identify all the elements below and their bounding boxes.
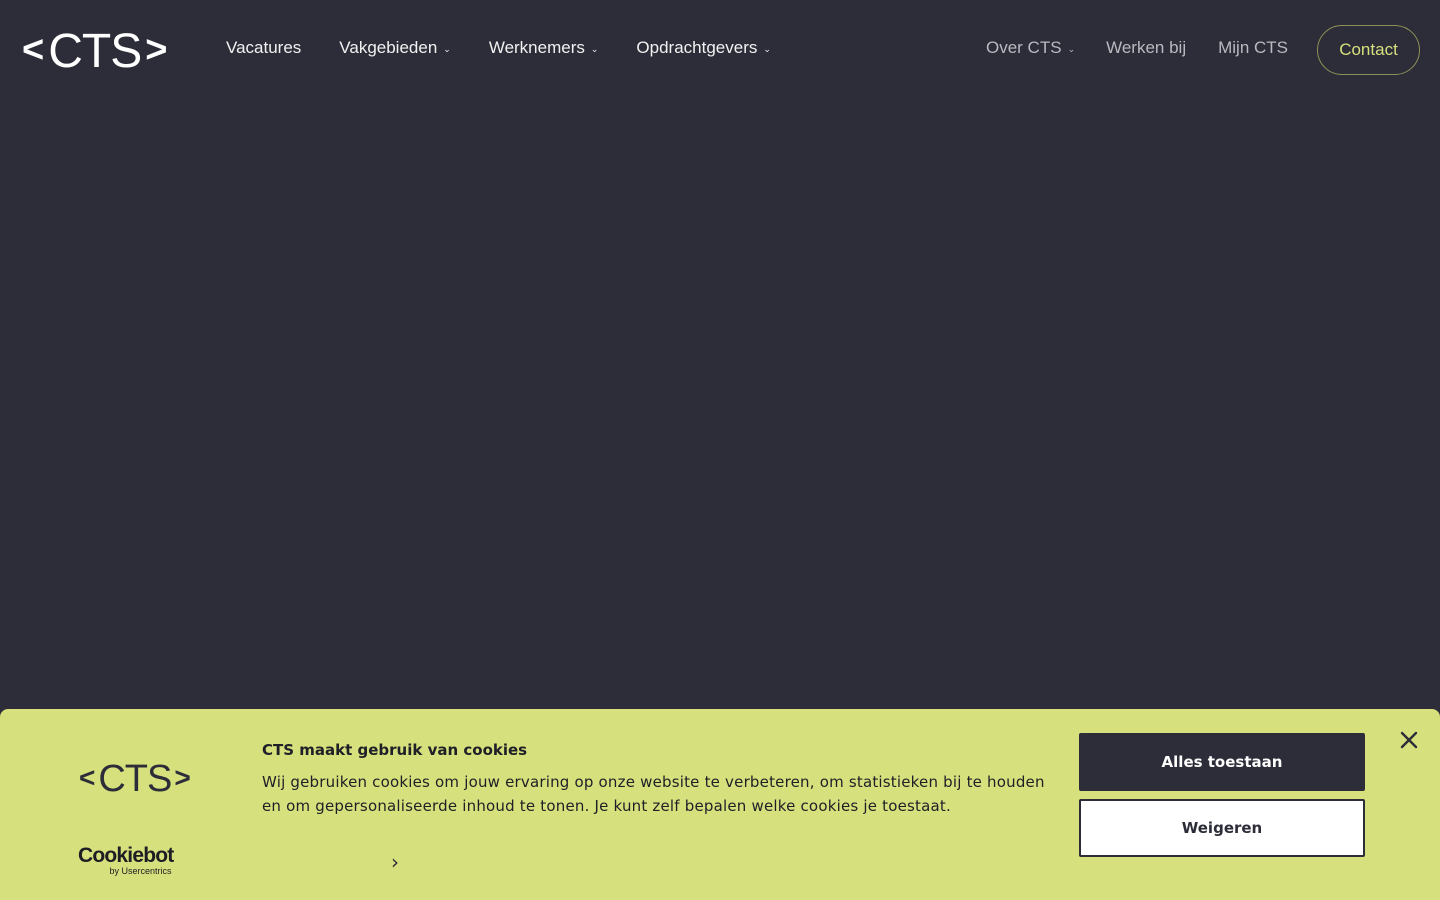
cookiebot-logo[interactable]: Cookiebot by Usercentrics (78, 844, 174, 876)
cookiebot-sub: by Usercentrics (109, 866, 172, 876)
logo-wordmark: CTS (48, 25, 142, 78)
nav-werknemers[interactable]: Werknemers ⌄ (489, 38, 599, 58)
chevron-down-icon: ⌄ (1067, 43, 1076, 54)
nav-label: Werken bij (1106, 38, 1187, 57)
nav-label: Werknemers (488, 38, 585, 57)
logo-chevron-left: < (79, 762, 96, 793)
nav-vakgebieden[interactable]: Vakgebieden ⌄ (339, 38, 451, 58)
cts-logo[interactable]: < CTS > (18, 28, 171, 76)
chevron-down-icon: ⌄ (590, 43, 599, 54)
nav-vacatures[interactable]: Vacatures (226, 38, 301, 58)
nav-label: Vakgebieden (339, 38, 438, 57)
nav-werken-bij[interactable]: Werken bij (1106, 38, 1186, 58)
cookie-banner-text: Wij gebruiken cookies om jouw ervaring o… (262, 773, 1045, 815)
logo-chevron-left: < (22, 29, 45, 71)
nav-label: Vacatures (226, 38, 302, 57)
chevron-down-icon: ⌄ (443, 43, 451, 54)
nav-over-cts[interactable]: Over CTS ⌄ (986, 38, 1075, 58)
nav-label: Over CTS (986, 38, 1062, 57)
allow-all-button[interactable]: Alles toestaan (1079, 733, 1365, 791)
cookie-banner: < CTS > Cookiebot by Usercentrics › CTS … (0, 709, 1440, 900)
secondary-nav: Over CTS ⌄ Werken bij Mijn CTS (986, 38, 1288, 58)
logo-wordmark: CTS (98, 758, 172, 800)
main-nav: Vacatures Vakgebieden ⌄ Werknemers ⌄ Opd… (226, 38, 809, 58)
nav-opdrachtgevers[interactable]: Opdrachtgevers ⌄ (636, 38, 771, 58)
close-icon[interactable] (1398, 729, 1420, 751)
cookie-banner-logo: < CTS > (76, 760, 194, 798)
cookiebot-brand: Cookiebot (78, 844, 174, 867)
logo-chevron-right: > (174, 762, 191, 793)
deny-button[interactable]: Weigeren (1079, 799, 1365, 857)
logo-chevron-right: > (145, 29, 168, 71)
cookie-banner-title: CTS maakt gebruik van cookies (262, 741, 528, 759)
site-header: < CTS > Vacatures Vakgebieden ⌄ Werkneme… (0, 0, 1440, 100)
contact-button[interactable]: Contact (1317, 25, 1420, 75)
nav-mijn-cts[interactable]: Mijn CTS (1218, 38, 1288, 58)
nav-label: Opdrachtgevers (636, 38, 758, 57)
nav-label: Mijn CTS (1218, 38, 1289, 57)
chevron-right-icon[interactable]: › (391, 850, 399, 874)
chevron-down-icon: ⌄ (763, 43, 771, 54)
